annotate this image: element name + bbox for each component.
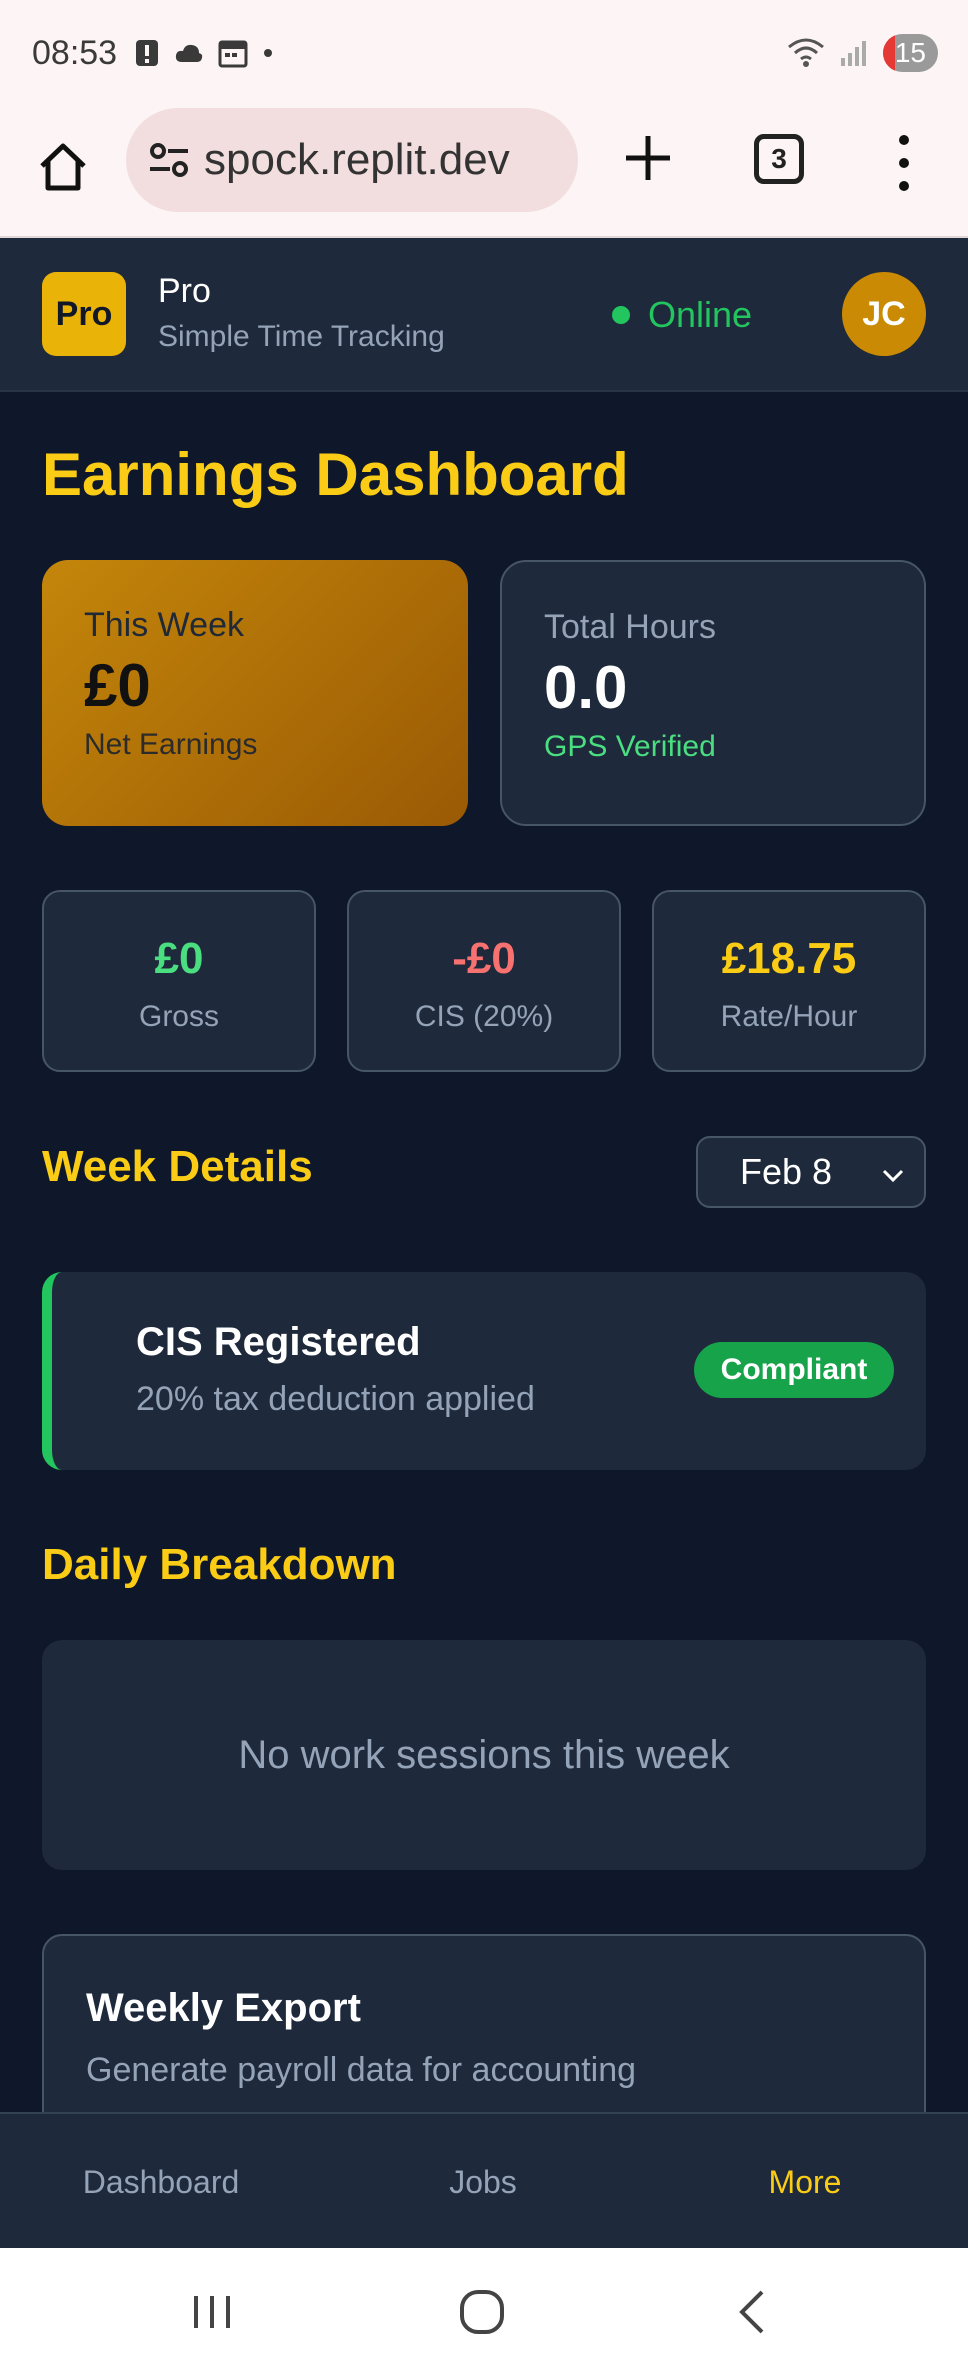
app-logo: Pro — [42, 272, 126, 356]
total-hours-label: Total Hours — [544, 608, 716, 646]
total-hours-value: 0.0 — [544, 654, 628, 721]
cis-status-card: CIS Registered 20% tax deduction applied… — [42, 1272, 926, 1470]
brand-subtitle: Simple Time Tracking — [158, 320, 445, 353]
more-vert-icon[interactable] — [886, 130, 922, 196]
chevron-down-icon — [882, 1169, 904, 1183]
total-hours-card: Total Hours 0.0 GPS Verified — [500, 560, 926, 826]
cis-card-subtitle: 20% tax deduction applied — [136, 1380, 535, 1418]
browser-home-button[interactable] — [30, 134, 96, 200]
gross-stat: £0 Gross — [42, 890, 316, 1072]
avatar[interactable]: JC — [842, 272, 926, 356]
cis-label: CIS (20%) — [414, 1000, 554, 1033]
address-bar[interactable]: spock.replit.dev — [126, 108, 578, 212]
warning-icon — [136, 40, 158, 66]
page-title: Earnings Dashboard — [42, 441, 629, 508]
status-time: 08:53 — [32, 34, 118, 72]
back-icon[interactable] — [724, 2282, 784, 2342]
online-status: Online — [612, 294, 752, 336]
battery-indicator: 15 — [882, 34, 938, 72]
rate-stat: £18.75 Rate/Hour — [652, 890, 926, 1072]
week-details-title: Week Details — [42, 1142, 313, 1191]
recents-icon[interactable] — [182, 2282, 242, 2342]
rate-value: £18.75 — [721, 934, 857, 983]
url-text: spock.replit.dev — [204, 135, 510, 184]
export-title: Weekly Export — [86, 1986, 361, 2030]
system-nav-bar — [0, 2248, 968, 2376]
nav-more[interactable]: More — [644, 2114, 966, 2250]
status-bar: 08:53 15 — [0, 0, 968, 106]
brand-title: Pro — [158, 272, 211, 310]
week-select[interactable]: Feb 8 — [696, 1136, 926, 1208]
dot-icon — [264, 49, 272, 57]
this-week-card: This Week £0 Net Earnings — [42, 560, 468, 826]
gross-label: Gross — [138, 1000, 219, 1033]
this-week-label: This Week — [84, 606, 244, 644]
daily-breakdown-empty: No work sessions this week — [42, 1640, 926, 1870]
cis-value: -£0 — [452, 934, 516, 983]
this-week-sub: Net Earnings — [84, 728, 258, 761]
total-hours-sub: GPS Verified — [544, 730, 716, 763]
status-dot-icon — [612, 306, 630, 324]
week-select-value: Feb 8 — [740, 1151, 833, 1192]
this-week-value: £0 — [84, 652, 151, 719]
compliant-badge: Compliant — [694, 1342, 894, 1398]
daily-breakdown-title: Daily Breakdown — [42, 1540, 397, 1589]
browser-toolbar: spock.replit.dev 3 — [0, 106, 968, 238]
plus-icon[interactable] — [618, 128, 678, 188]
cis-card-title: CIS Registered — [136, 1320, 421, 1364]
rate-label: Rate/Hour — [720, 1000, 858, 1033]
signal-icon — [840, 41, 866, 66]
cloud-icon — [175, 44, 203, 62]
online-status-label: Online — [648, 294, 753, 335]
gross-value: £0 — [154, 934, 204, 983]
tab-switcher-button[interactable]: 3 — [754, 134, 804, 184]
site-settings-icon[interactable] — [144, 135, 194, 185]
status-icons-right: 15 — [787, 34, 938, 72]
bottom-nav: Dashboard Jobs More — [0, 2112, 968, 2248]
calendar-icon — [218, 40, 248, 68]
nav-jobs[interactable]: Jobs — [322, 2114, 644, 2250]
app-header: Pro Pro Simple Time Tracking Online JC — [0, 238, 968, 392]
nav-dashboard[interactable]: Dashboard — [0, 2114, 322, 2250]
wifi-icon — [787, 38, 824, 67]
home-icon — [40, 143, 86, 191]
cis-stat: -£0 CIS (20%) — [347, 890, 621, 1072]
status-icons-left — [134, 38, 274, 68]
export-subtitle: Generate payroll data for accounting — [86, 2051, 637, 2089]
home-circle-icon[interactable] — [452, 2282, 512, 2342]
